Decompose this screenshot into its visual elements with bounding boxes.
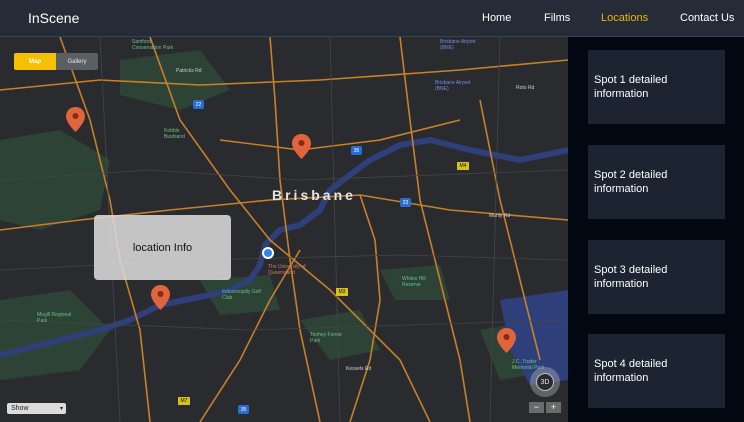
route-shield-m4: M4 (457, 162, 469, 170)
place-label-indooroopilly: Indooroopilly Golf Club (222, 289, 261, 301)
place-label-petricks: Patricks Rd (176, 68, 202, 74)
show-select-value: Show (11, 405, 29, 412)
current-location-dot (262, 247, 274, 259)
place-label-toohey: Toohey Forest Park (310, 332, 342, 344)
spot-card-1-text: Spot 1 detailed information (594, 74, 668, 100)
spot-card-4[interactable]: Spot 4 detailed information (588, 334, 725, 408)
place-label-airport: Brisbane Airport (BNE) (440, 39, 476, 51)
place-label-uq: The University of Queensland (268, 264, 306, 276)
zoom-controls: − + (529, 402, 561, 413)
spot-card-3[interactable]: Spot 3 detailed information (588, 240, 725, 314)
city-label: Brisbane (272, 187, 356, 203)
show-select[interactable]: Show ▾ (7, 403, 66, 414)
map-view[interactable]: 22 35 M4 23 M3 M7 35 Brisbane Samford Co… (0, 37, 568, 422)
compass-3d-label: 3D (536, 373, 554, 391)
chevron-down-icon: ▾ (59, 406, 63, 412)
zoom-in-button[interactable]: + (546, 402, 561, 413)
route-shield-35: 35 (351, 146, 362, 155)
place-label-kessels: Kessels Rd (346, 366, 372, 372)
nav-films[interactable]: Films (544, 12, 570, 24)
route-shield-m3: M3 (336, 288, 348, 296)
nav-contact-us[interactable]: Contact Us (680, 12, 734, 24)
location-info-text: location Info (132, 241, 193, 254)
location-pin-1[interactable] (66, 107, 85, 132)
map-toggle-button[interactable]: Map (14, 53, 56, 70)
compass-control[interactable]: 3D (530, 367, 560, 397)
map-gallery-toggle: Map Gallery (14, 53, 98, 70)
spot-card-2-text: Spot 2 detailed information (594, 169, 668, 195)
location-pin-2[interactable] (292, 134, 311, 159)
place-label-whites-hill: Whites Hill Reserve (402, 276, 426, 288)
location-pin-4[interactable] (497, 328, 516, 353)
route-shield-23: 23 (400, 198, 411, 207)
place-label-kobble: Kobble Bushland (164, 128, 185, 140)
gallery-toggle-button[interactable]: Gallery (56, 53, 98, 70)
route-shield-m7: M7 (178, 397, 190, 405)
park-areas (0, 50, 560, 380)
route-shield-35b: 35 (238, 405, 249, 414)
spot-card-3-text: Spot 3 detailed information (594, 264, 668, 290)
place-label-samford: Samford Conservation Park (132, 39, 174, 51)
nav-home[interactable]: Home (482, 12, 511, 24)
location-pin-3[interactable] (151, 285, 170, 310)
spot-card-4-text: Spot 4 detailed information (594, 358, 668, 384)
place-label-roto: Roto Rd (516, 85, 535, 91)
location-info-box: location Info (94, 215, 231, 280)
brand-logo[interactable]: InScene (28, 10, 79, 26)
top-navbar: InScene Home Films Locations Contact Us (0, 0, 744, 37)
zoom-out-button[interactable]: − (529, 402, 544, 413)
place-label-mogill: Mogill Regional Park (37, 312, 72, 324)
map-canvas (0, 37, 568, 422)
spot-card-1[interactable]: Spot 1 detailed information (588, 50, 725, 124)
page: InScene Home Films Locations Contact Us (0, 0, 744, 422)
spot-card-2[interactable]: Spot 2 detailed information (588, 145, 725, 219)
place-label-airport-2: Brisbane Airport (BNE) (435, 80, 471, 92)
place-label-manly: Manly Rd (489, 213, 511, 219)
route-shield-22: 22 (193, 100, 204, 109)
nav-locations[interactable]: Locations (601, 12, 648, 24)
spots-sidebar: Spot 1 detailed information Spot 2 detai… (568, 37, 744, 422)
